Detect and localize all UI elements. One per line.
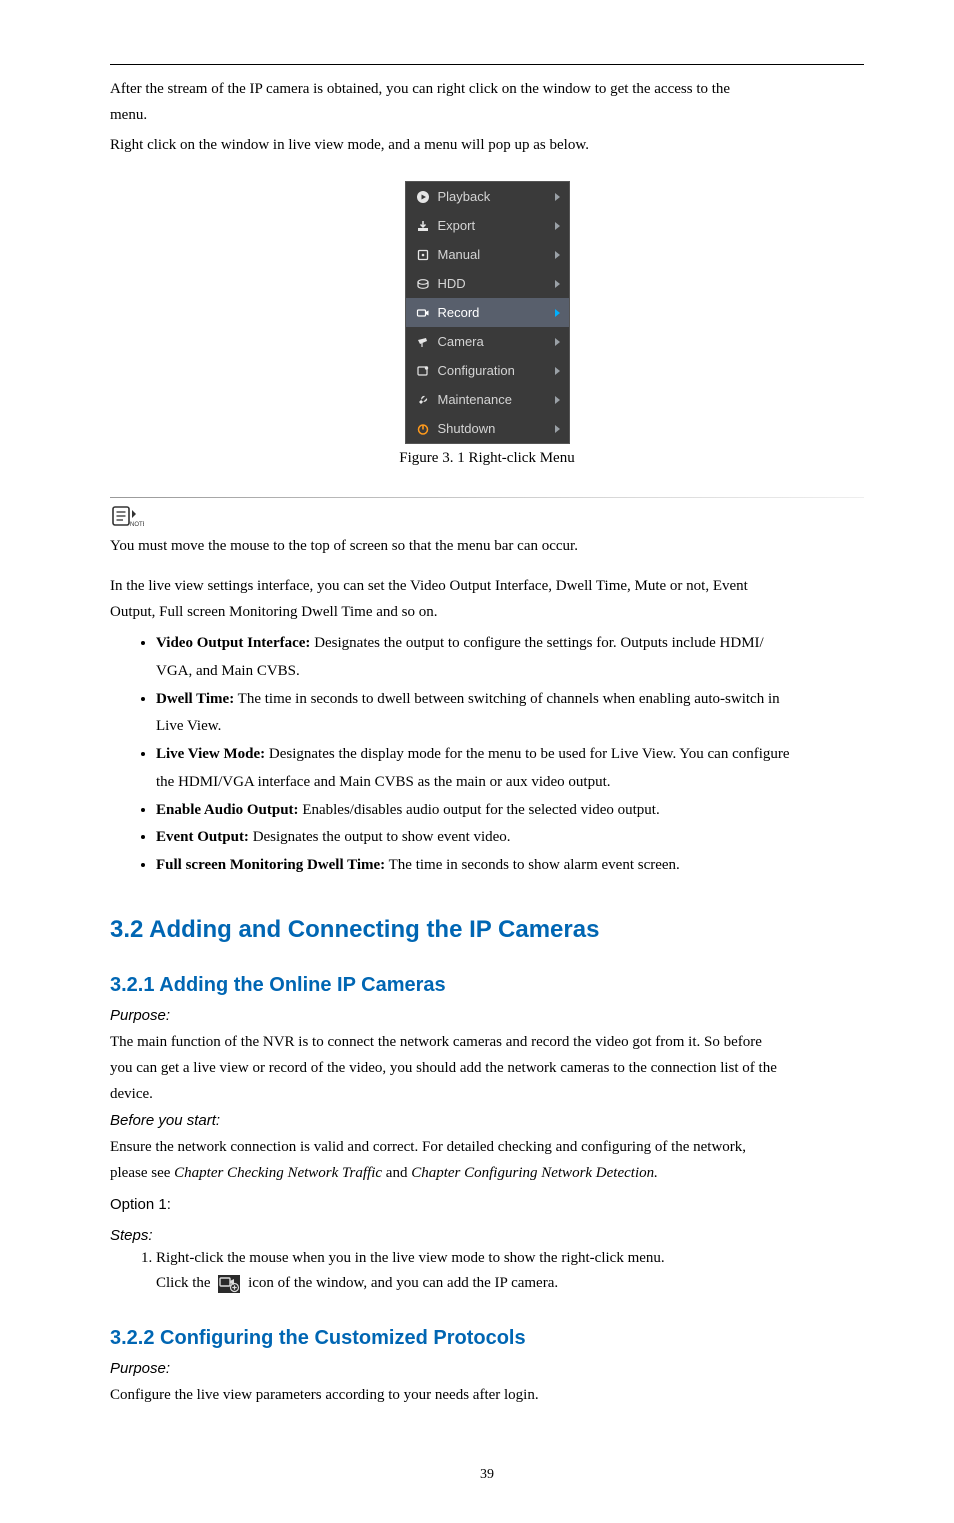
menu-item-record[interactable]: Record bbox=[406, 298, 569, 327]
add-camera-icon bbox=[218, 1275, 240, 1293]
intro-line3: Right click on the window in live view m… bbox=[110, 133, 864, 157]
purpose-text-2: Configure the live view parameters accor… bbox=[110, 1383, 864, 1407]
menu-item-manual[interactable]: Manual bbox=[406, 240, 569, 269]
before-text: Ensure the network connection is valid a… bbox=[110, 1135, 864, 1159]
bullet-fullscreen-dwell: Full screen Monitoring Dwell Time: The t… bbox=[156, 852, 864, 880]
note-text: You must move the mouse to the top of sc… bbox=[110, 534, 864, 558]
menu-item-camera[interactable]: Camera bbox=[406, 327, 569, 356]
heading-3-2-1: 3.2.1 Adding the Online IP Cameras bbox=[110, 974, 864, 997]
chevron-right-icon bbox=[553, 366, 563, 376]
settings-intro-l1: In the live view settings interface, you… bbox=[110, 574, 864, 598]
figure-rightclick-menu: Playback Export Manual HDD bbox=[110, 181, 864, 467]
heading-3-2: 3.2 Adding and Connecting the IP Cameras bbox=[110, 916, 864, 944]
steps-list: Right-click the mouse when you in the li… bbox=[110, 1246, 864, 1272]
configuration-icon bbox=[414, 364, 432, 378]
purpose-text-l3: device. bbox=[110, 1082, 864, 1106]
heading-3-2-2: 3.2.2 Configuring the Customized Protoco… bbox=[110, 1327, 864, 1350]
menu-label: Record bbox=[432, 305, 553, 320]
export-icon bbox=[414, 219, 432, 233]
settings-bullets: Video Output Interface: Designates the o… bbox=[110, 630, 864, 880]
chevron-right-icon bbox=[553, 337, 563, 347]
menu-label: Export bbox=[432, 218, 553, 233]
menu-item-maintenance[interactable]: Maintenance bbox=[406, 385, 569, 414]
hdd-icon bbox=[414, 277, 432, 291]
chevron-right-icon bbox=[553, 308, 563, 318]
chevron-right-icon bbox=[553, 250, 563, 260]
purpose-label-2: Purpose: bbox=[110, 1360, 864, 1377]
note-heading: NOTE bbox=[110, 504, 864, 528]
note-rule bbox=[110, 497, 864, 498]
bullet-video-output: Video Output Interface: Designates the o… bbox=[156, 630, 864, 686]
header-rule bbox=[110, 40, 864, 65]
before-text2: please see Chapter Checking Network Traf… bbox=[110, 1161, 864, 1185]
bullet-audio-output: Enable Audio Output: Enables/disables au… bbox=[156, 797, 864, 825]
purpose-label: Purpose: bbox=[110, 1007, 864, 1024]
purpose-text-l2: you can get a live view or record of the… bbox=[110, 1056, 864, 1080]
context-menu: Playback Export Manual HDD bbox=[405, 181, 570, 444]
step-2: Click the icon of the window, and you ca… bbox=[156, 1271, 864, 1297]
menu-label: Camera bbox=[432, 334, 553, 349]
intro-line2: menu. bbox=[110, 103, 864, 127]
chevron-right-icon bbox=[553, 424, 563, 434]
playback-icon bbox=[414, 190, 432, 204]
settings-intro-l2: Output, Full screen Monitoring Dwell Tim… bbox=[110, 600, 864, 624]
maintenance-icon bbox=[414, 393, 432, 407]
figure-caption: Figure 3. 1 Right-click Menu bbox=[110, 450, 864, 467]
menu-item-hdd[interactable]: HDD bbox=[406, 269, 569, 298]
intro-line1: After the stream of the IP camera is obt… bbox=[110, 77, 864, 101]
menu-item-export[interactable]: Export bbox=[406, 211, 569, 240]
option1-label: Option 1: bbox=[110, 1193, 864, 1217]
steps-label: Steps: bbox=[110, 1227, 864, 1244]
bullet-dwell-time: Dwell Time: The time in seconds to dwell… bbox=[156, 686, 864, 742]
menu-label: Configuration bbox=[432, 363, 553, 378]
shutdown-icon bbox=[414, 422, 432, 436]
menu-label: Maintenance bbox=[432, 392, 553, 407]
note-icon: NOTE bbox=[110, 504, 144, 528]
chevron-right-icon bbox=[553, 221, 563, 231]
menu-item-configuration[interactable]: Configuration bbox=[406, 356, 569, 385]
before-label: Before you start: bbox=[110, 1112, 864, 1129]
manual-icon bbox=[414, 248, 432, 262]
bullet-event-output: Event Output: Designates the output to s… bbox=[156, 824, 864, 852]
camera-icon bbox=[414, 335, 432, 349]
step-1: Right-click the mouse when you in the li… bbox=[156, 1246, 864, 1272]
page-number: 39 bbox=[110, 1467, 864, 1483]
svg-text:NOTE: NOTE bbox=[130, 522, 144, 528]
chevron-right-icon bbox=[553, 395, 563, 405]
chevron-right-icon bbox=[553, 192, 563, 202]
menu-label: Playback bbox=[432, 189, 553, 204]
purpose-text-l1: The main function of the NVR is to conne… bbox=[110, 1030, 864, 1054]
menu-label: Shutdown bbox=[432, 421, 553, 436]
menu-item-playback[interactable]: Playback bbox=[406, 182, 569, 211]
menu-label: HDD bbox=[432, 276, 553, 291]
menu-item-shutdown[interactable]: Shutdown bbox=[406, 414, 569, 443]
menu-label: Manual bbox=[432, 247, 553, 262]
bullet-live-view-mode: Live View Mode: Designates the display m… bbox=[156, 741, 864, 797]
chevron-right-icon bbox=[553, 279, 563, 289]
record-icon bbox=[414, 306, 432, 320]
